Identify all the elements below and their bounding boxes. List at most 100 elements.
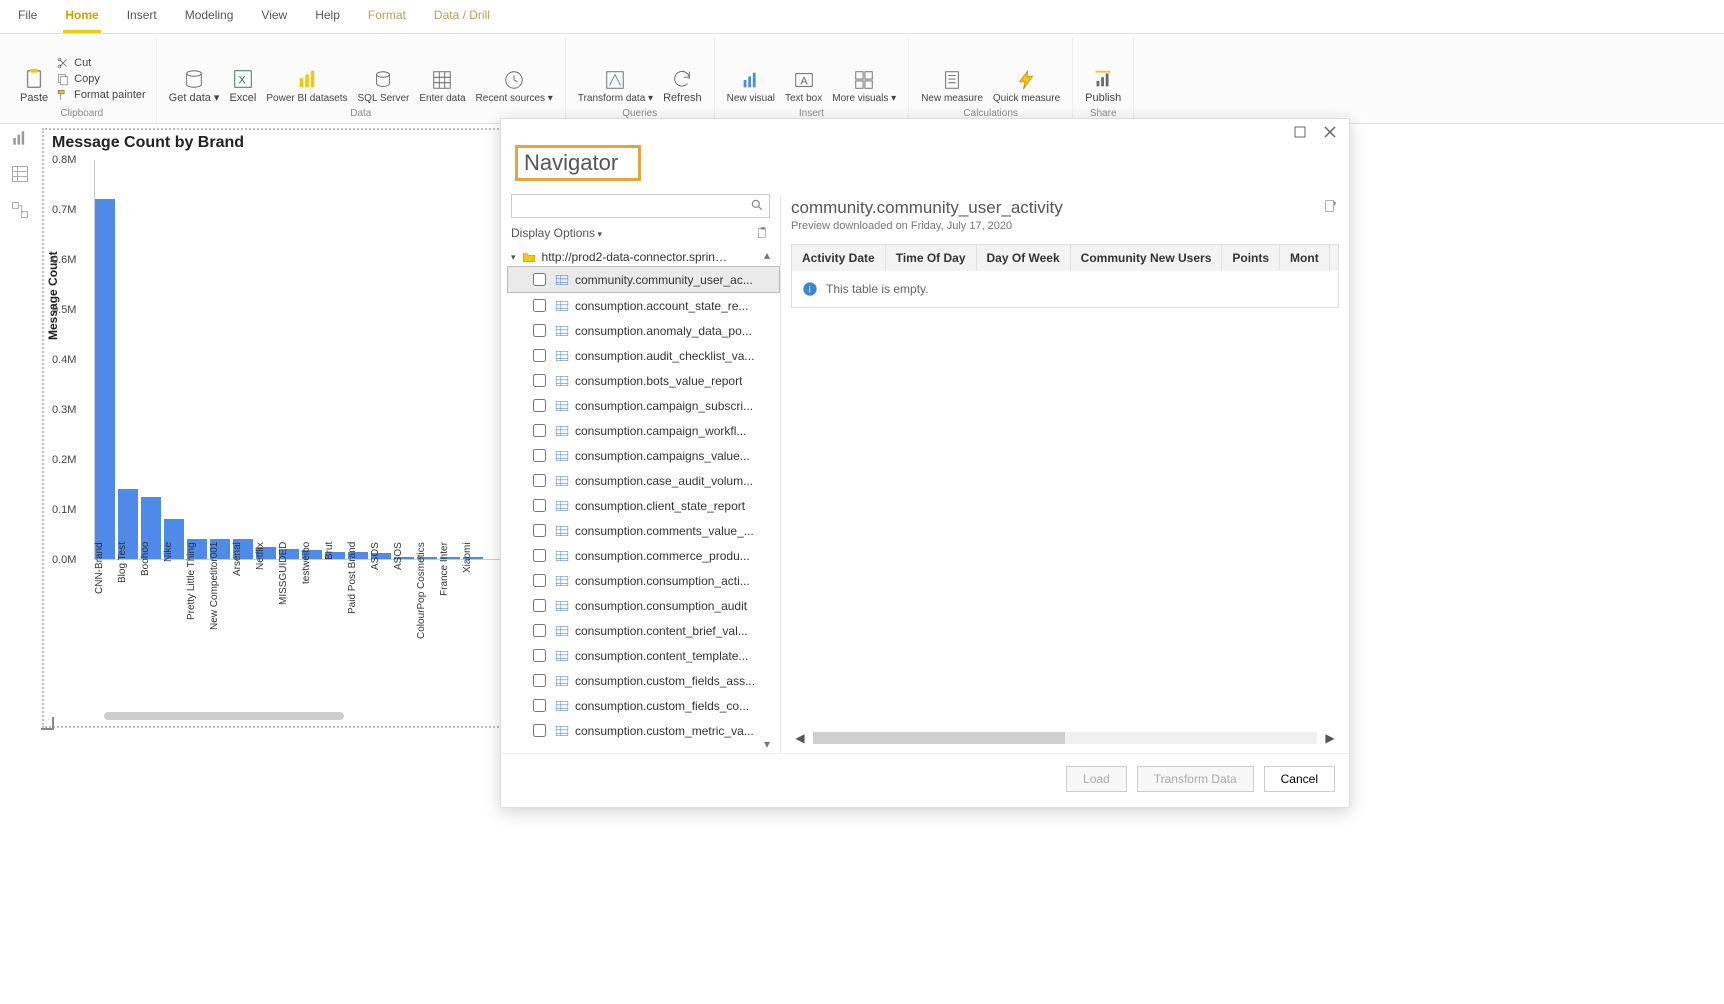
pbi-datasets-button[interactable]: Power BI datasets xyxy=(264,67,349,106)
tree-item[interactable]: consumption.consumption_acti... xyxy=(507,568,780,593)
x-tick-label: Xiaomi xyxy=(462,542,482,662)
tree-item-checkbox[interactable] xyxy=(533,299,546,312)
column-header[interactable]: Community New Users xyxy=(1071,245,1223,271)
text-box-button[interactable]: AText box xyxy=(783,67,824,106)
display-options-dropdown[interactable]: Display Options xyxy=(511,226,602,240)
menu-datadrill[interactable]: Data / Drill xyxy=(432,4,492,33)
tree-item[interactable]: consumption.custom_metric_va... xyxy=(507,718,780,743)
new-measure-button[interactable]: New measure xyxy=(919,67,985,106)
chart-bar[interactable] xyxy=(95,199,115,559)
tree-item-checkbox[interactable] xyxy=(533,724,546,737)
tree-item-checkbox[interactable] xyxy=(533,399,546,412)
scroll-thumb[interactable] xyxy=(813,732,1065,744)
tree-item-checkbox[interactable] xyxy=(533,649,546,662)
preview-hscrollbar[interactable]: ◀ ▶ xyxy=(791,727,1339,753)
search-input[interactable] xyxy=(511,194,770,218)
maximize-icon[interactable] xyxy=(1293,125,1307,139)
tree-item-checkbox[interactable] xyxy=(533,624,546,637)
tree-item[interactable]: consumption.bots_value_report xyxy=(507,368,780,393)
tree-item-checkbox[interactable] xyxy=(533,599,546,612)
tree-item-checkbox[interactable] xyxy=(533,324,546,337)
tree-item-checkbox[interactable] xyxy=(533,574,546,587)
column-header[interactable]: Points xyxy=(1222,245,1280,271)
tree-item-checkbox[interactable] xyxy=(533,524,546,537)
tree-item[interactable]: consumption.commerce_produ... xyxy=(507,543,780,568)
scroll-down-icon[interactable]: ▾ xyxy=(764,737,778,751)
rail-model-icon[interactable] xyxy=(10,200,30,220)
tree-item[interactable]: consumption.client_state_report xyxy=(507,493,780,518)
close-icon[interactable] xyxy=(1323,125,1337,139)
menu-format[interactable]: Format xyxy=(366,4,408,33)
rail-data-icon[interactable] xyxy=(10,164,30,184)
tree-item-label: community.community_user_ac... xyxy=(575,273,753,287)
tree-item[interactable]: consumption.anomaly_data_po... xyxy=(507,318,780,343)
tree-item-checkbox[interactable] xyxy=(533,374,546,387)
tree-root[interactable]: ▾ http://prod2-data-connector.sprinkl... xyxy=(507,248,780,266)
tree-item[interactable]: consumption.campaigns_value... xyxy=(507,443,780,468)
column-header[interactable]: Day Of Week xyxy=(977,245,1071,271)
tree-item[interactable]: consumption.campaign_workfl... xyxy=(507,418,780,443)
publish-button[interactable]: Publish xyxy=(1083,66,1123,106)
tree-item-checkbox[interactable] xyxy=(533,549,546,562)
tree-item[interactable]: consumption.content_template... xyxy=(507,643,780,668)
tree-item-checkbox[interactable] xyxy=(533,474,546,487)
copy-button[interactable]: Copy xyxy=(56,72,100,86)
tree-item-checkbox[interactable] xyxy=(533,449,546,462)
tree-item-checkbox[interactable] xyxy=(533,424,546,437)
refresh-tree-icon[interactable] xyxy=(756,226,770,240)
menu-view[interactable]: View xyxy=(259,4,289,33)
rail-report-icon[interactable] xyxy=(10,128,30,148)
tree-item[interactable]: community.community_user_ac... xyxy=(507,266,780,293)
format-painter-button[interactable]: Format painter xyxy=(56,88,146,102)
tree-item[interactable]: consumption.content_brief_val... xyxy=(507,618,780,643)
transform-data-dialog-button[interactable]: Transform Data xyxy=(1137,766,1254,792)
tree-item[interactable]: consumption.account_state_re... xyxy=(507,293,780,318)
tree-item[interactable]: consumption.audit_checklist_va... xyxy=(507,343,780,368)
menu-file[interactable]: File xyxy=(16,4,39,33)
load-button[interactable]: Load xyxy=(1066,766,1127,792)
tree-item[interactable]: consumption.custom_fields_ass... xyxy=(507,668,780,693)
scroll-track[interactable] xyxy=(813,732,1317,744)
enter-data-button[interactable]: Enter data xyxy=(417,67,467,106)
group-label-data: Data xyxy=(350,108,371,119)
scroll-right-icon[interactable]: ▶ xyxy=(1321,731,1339,745)
cut-button[interactable]: Cut xyxy=(56,56,91,70)
tree-item[interactable]: consumption.consumption_audit xyxy=(507,593,780,618)
cancel-button[interactable]: Cancel xyxy=(1264,766,1335,792)
resize-handle-icon[interactable] xyxy=(40,716,54,730)
tree-item[interactable]: consumption.comments_value_... xyxy=(507,518,780,543)
excel-button[interactable]: XExcel xyxy=(227,66,258,106)
scroll-up-icon[interactable]: ▴ xyxy=(764,248,778,262)
scroll-left-icon[interactable]: ◀ xyxy=(791,731,809,745)
search-icon[interactable] xyxy=(750,198,764,212)
tree-item-label: consumption.content_brief_val... xyxy=(575,624,748,638)
menu-home[interactable]: Home xyxy=(63,4,100,33)
paste-button[interactable]: Paste xyxy=(18,66,50,106)
column-header[interactable]: Mont xyxy=(1280,245,1330,271)
collapse-icon[interactable]: ▾ xyxy=(511,252,516,263)
column-header[interactable]: Activity Date xyxy=(792,245,886,271)
new-visual-button[interactable]: New visual xyxy=(725,67,777,106)
tree-item[interactable]: consumption.case_audit_volum... xyxy=(507,468,780,493)
column-header[interactable]: Time Of Day xyxy=(886,245,977,271)
menu-modeling[interactable]: Modeling xyxy=(183,4,236,33)
tree-item[interactable]: consumption.custom_fields_co... xyxy=(507,693,780,718)
tree-item-checkbox[interactable] xyxy=(533,699,546,712)
tree-item-checkbox[interactable] xyxy=(533,273,546,286)
menu-help[interactable]: Help xyxy=(313,4,342,33)
tree-item-checkbox[interactable] xyxy=(533,349,546,362)
tree-item-checkbox[interactable] xyxy=(533,674,546,687)
transform-data-button[interactable]: Transform data ▾ xyxy=(576,67,655,106)
quick-measure-button[interactable]: Quick measure xyxy=(991,67,1062,106)
refresh-preview-icon[interactable] xyxy=(1323,198,1339,214)
chart-scrollbar[interactable] xyxy=(104,712,344,720)
text-box-label: Text box xyxy=(785,93,822,104)
more-visuals-button[interactable]: More visuals ▾ xyxy=(830,67,898,106)
tree-item[interactable]: consumption.campaign_subscri... xyxy=(507,393,780,418)
refresh-button[interactable]: Refresh xyxy=(661,66,704,106)
get-data-button[interactable]: Get data ▾ xyxy=(167,66,222,106)
tree-item-checkbox[interactable] xyxy=(533,499,546,512)
recent-sources-button[interactable]: Recent sources ▾ xyxy=(474,67,555,106)
menu-insert[interactable]: Insert xyxy=(125,4,159,33)
sql-server-button[interactable]: SQL Server xyxy=(356,67,412,106)
